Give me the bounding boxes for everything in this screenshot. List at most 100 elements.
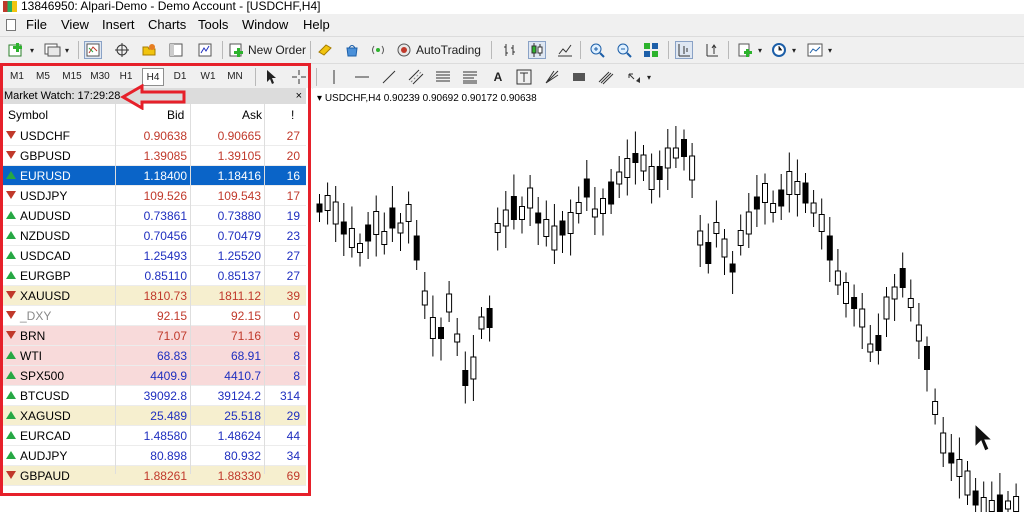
tile-windows-icon[interactable] [642,41,660,59]
data-window-icon[interactable] [113,41,131,59]
symbol-row-eurgbp[interactable]: EURGBP 0.85110 0.85137 27 [0,266,306,286]
timeframe-m30[interactable]: M30 [87,68,113,86]
symbol-row-wti[interactable]: WTI 68.83 68.91 8 [0,346,306,366]
new-order-icon [229,43,243,57]
profiles-icon[interactable] [44,41,62,59]
text-tool-icon[interactable]: A [489,68,507,86]
symbol-row-usdchf[interactable]: USDCHF 0.90638 0.90665 27 [0,126,306,146]
templates-icon[interactable] [806,41,824,59]
candle [494,207,501,251]
candle [826,217,833,282]
auto-scroll-icon[interactable] [675,41,693,59]
symbol-row-usdjpy[interactable]: USDJPY 109.526 109.543 17 [0,186,306,206]
candle [575,186,582,224]
zoom-out-icon[interactable] [615,41,633,59]
symbol-row-usdcad[interactable]: USDCAD 1.25493 1.25520 27 [0,246,306,266]
menu-view[interactable]: View [61,17,89,32]
bid-price: 1.18400 [143,169,187,183]
column-header-spread[interactable]: ! [291,108,294,122]
trendline-icon[interactable] [380,68,398,86]
menu-charts[interactable]: Charts [148,17,186,32]
app-icon [3,1,17,12]
symbol-row-dxy[interactable]: _DXY 92.15 92.15 0 [0,306,306,326]
new-order-button[interactable]: New Order [228,41,308,59]
menu-tools[interactable]: Tools [198,17,228,32]
symbol-row-btcusd[interactable]: BTCUSD 39092.8 39124.2 314 [0,386,306,406]
strategy-tester-icon[interactable] [196,41,214,59]
column-header-ask[interactable]: Ask [242,108,262,122]
rectangle-icon[interactable] [570,68,588,86]
text-label-icon[interactable] [515,68,533,86]
vertical-line-icon[interactable] [325,68,343,86]
chevron-down-icon[interactable]: ▾ [28,41,36,59]
symbol-row-audusd[interactable]: AUDUSD 0.73861 0.73880 19 [0,206,306,226]
chevron-down-icon[interactable]: ▾ [756,41,764,59]
terminal-icon[interactable] [167,41,185,59]
market-watch-toggle-icon[interactable] [84,41,102,59]
arrows-icon[interactable] [625,68,643,86]
chevron-down-icon[interactable]: ▾ [790,41,798,59]
market-icon[interactable] [343,41,361,59]
menu-help[interactable]: Help [303,17,330,32]
timeframe-m15[interactable]: M15 [59,68,85,86]
pitchfork-icon[interactable] [597,68,615,86]
gann-fan-icon[interactable] [543,68,561,86]
timeframe-w1[interactable]: W1 [197,68,219,86]
indicators-icon[interactable] [736,41,754,59]
metaeditor-icon[interactable] [316,41,334,59]
candle [737,214,744,256]
chevron-down-icon[interactable]: ▾ [826,41,834,59]
signals-icon[interactable] [369,41,387,59]
periods-clock-icon[interactable] [770,41,788,59]
symbol-row-gbpaud[interactable]: GBPAUD 1.88261 1.88330 69 [0,466,306,486]
window-title: 13846950: Alpari-Demo - Demo Account - [… [21,0,321,13]
line-chart-icon[interactable] [556,41,574,59]
menu-insert[interactable]: Insert [102,17,135,32]
symbol-row-eurusd[interactable]: EURUSD 1.18400 1.18416 16 [0,166,306,186]
timeframe-mn[interactable]: MN [224,68,246,86]
symbol-row-spx500[interactable]: SPX500 4409.9 4410.7 8 [0,366,306,386]
symbol-row-xagusd[interactable]: XAGUSD 25.489 25.518 29 [0,406,306,426]
fibonacci-retracement-icon[interactable] [434,68,452,86]
symbol-row-audjpy[interactable]: AUDJPY 80.898 80.932 34 [0,446,306,466]
column-header-bid[interactable]: Bid [167,108,184,122]
candle [462,351,469,404]
menu-file[interactable]: File [26,17,47,32]
candle [818,198,825,250]
symbol-row-eurcad[interactable]: EURCAD 1.48580 1.48624 44 [0,426,306,446]
timeframe-m1[interactable]: M1 [6,68,28,86]
price-chart[interactable]: ▾ USDCHF,H4 0.90239 0.90692 0.90172 0.90… [313,88,1024,512]
price-down-icon [6,191,16,199]
chart-shift-icon[interactable] [703,41,721,59]
timeframe-m5[interactable]: M5 [32,68,54,86]
column-header-symbol[interactable]: Symbol [8,108,48,122]
price-up-icon [6,411,16,419]
symbol-row-gbpusd[interactable]: GBPUSD 1.39085 1.39105 20 [0,146,306,166]
close-icon[interactable]: × [296,88,302,104]
candle [794,159,801,217]
symbol-name: _DXY [20,309,52,323]
horizontal-line-icon[interactable] [353,68,371,86]
candle [559,211,566,253]
symbol-row-brn[interactable]: BRN 71.07 71.16 9 [0,326,306,346]
chevron-down-icon[interactable]: ▾ [645,68,653,86]
symbol-row-xauusd[interactable]: XAUUSD 1810.73 1811.12 39 [0,286,306,306]
price-up-icon [6,271,16,279]
cursor-arrow-icon[interactable] [262,68,280,86]
symbol-name: NZDUSD [20,229,70,243]
bar-chart-icon[interactable] [501,41,519,59]
fibonacci-fan-icon[interactable] [461,68,479,86]
navigator-icon[interactable] [140,41,158,59]
zoom-in-icon[interactable] [588,41,606,59]
candle [502,191,509,248]
chevron-down-icon[interactable]: ▾ [63,41,71,59]
new-chart-icon[interactable] [8,41,26,59]
bid-price: 25.489 [150,409,187,423]
candlestick-chart-icon[interactable] [528,41,546,59]
menu-window[interactable]: Window [242,17,288,32]
symbol-row-nzdusd[interactable]: NZDUSD 0.70456 0.70479 23 [0,226,306,246]
ask-price: 71.16 [230,329,261,343]
equidistant-channel-icon[interactable] [407,68,425,86]
autotrading-button[interactable]: AutoTrading [396,41,484,59]
crosshair-icon[interactable] [290,68,308,86]
